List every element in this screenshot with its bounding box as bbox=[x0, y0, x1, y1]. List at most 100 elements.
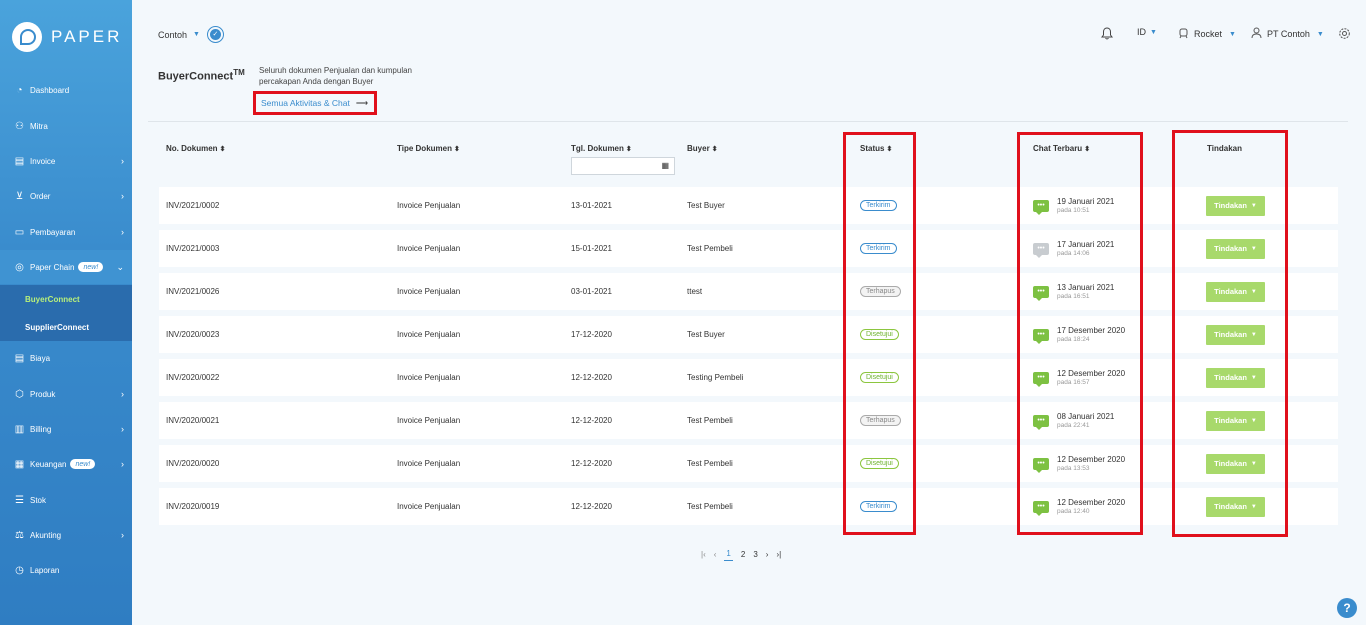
next-page-icon[interactable]: › bbox=[766, 547, 769, 561]
sidebar-item-order[interactable]: ⊻ Order › bbox=[0, 179, 132, 213]
buyer-name: Testing Pembeli bbox=[687, 373, 744, 382]
table-row[interactable]: INV/2020/0023 Invoice Penjualan 17-12-2020… bbox=[159, 316, 1338, 353]
doc-number[interactable]: INV/2020/0020 bbox=[166, 445, 219, 482]
doc-number[interactable]: INV/2021/0003 bbox=[166, 230, 219, 267]
doc-date: 15-01-2021 bbox=[571, 244, 612, 253]
buyer-name: Test Buyer bbox=[687, 330, 725, 339]
doc-number[interactable]: INV/2021/0002 bbox=[166, 187, 219, 224]
buyer-name: Test Pembeli bbox=[687, 416, 733, 425]
gear-icon bbox=[1338, 27, 1351, 42]
doc-date: 12-12-2020 bbox=[571, 373, 612, 382]
user-name: PT Contoh bbox=[1267, 29, 1310, 39]
language-selector[interactable]: ID ▼ bbox=[1137, 27, 1157, 37]
table-row[interactable]: INV/2021/0003 Invoice Penjualan 15-01-2021… bbox=[159, 230, 1338, 267]
table-row[interactable]: INV/2021/0002 Invoice Penjualan 13-01-2021… bbox=[159, 187, 1338, 224]
page-3[interactable]: 3 bbox=[753, 547, 757, 561]
doc-type: Invoice Penjualan bbox=[397, 459, 461, 468]
company-switcher[interactable]: Contoh ▼ ✓ bbox=[158, 26, 224, 43]
column-header-doc-date[interactable]: Tgl. Dokumen ⬍ bbox=[571, 144, 632, 153]
sidebar-item-mitra[interactable]: ⚇ Mitra bbox=[0, 109, 132, 143]
sidebar-item-stok[interactable]: ☰ Stok bbox=[0, 483, 132, 517]
sidebar-item-keuangan[interactable]: ▦ Keuangan new! › bbox=[0, 447, 132, 481]
table-row[interactable]: INV/2020/0019 Invoice Penjualan 12-12-2020… bbox=[159, 488, 1338, 525]
highlight-action-column bbox=[1172, 130, 1288, 537]
sidebar-item-label: Invoice bbox=[30, 156, 56, 166]
chevron-right-icon: › bbox=[121, 459, 124, 469]
notification-button[interactable] bbox=[1101, 27, 1113, 42]
doc-type: Invoice Penjualan bbox=[397, 502, 461, 511]
doc-type: Invoice Penjualan bbox=[397, 373, 461, 382]
help-button[interactable]: ? bbox=[1337, 598, 1357, 618]
highlight-chat-column bbox=[1017, 132, 1143, 535]
chevron-right-icon: › bbox=[121, 389, 124, 399]
sidebar-item-paper-chain[interactable]: ◎ Paper Chain new! ⌄ bbox=[0, 250, 132, 284]
submenu-buyerconnect[interactable]: BuyerConnect bbox=[25, 295, 80, 304]
report-icon: ◷ bbox=[15, 564, 24, 576]
card-icon: ▭ bbox=[14, 226, 25, 238]
last-page-icon[interactable]: ›| bbox=[776, 547, 781, 561]
sort-icon: ⬍ bbox=[625, 146, 632, 153]
sidebar-item-label: Pembayaran bbox=[30, 227, 76, 237]
user-menu[interactable]: PT Contoh ▼ bbox=[1251, 27, 1324, 41]
brand-logo[interactable]: PAPER bbox=[12, 22, 122, 52]
sidebar-item-invoice[interactable]: ▤ Invoice › bbox=[0, 144, 132, 178]
submenu-supplierconnect[interactable]: SupplierConnect bbox=[25, 323, 89, 332]
new-badge: new! bbox=[78, 262, 104, 272]
buyer-name: Test Pembeli bbox=[687, 502, 733, 511]
doc-number[interactable]: INV/2020/0022 bbox=[166, 359, 219, 396]
doc-date: 17-12-2020 bbox=[571, 330, 612, 339]
sidebar-item-label: Billing bbox=[30, 424, 52, 434]
buyer-name: Test Pembeli bbox=[687, 459, 733, 468]
chevron-right-icon: › bbox=[121, 424, 124, 434]
page-1[interactable]: 1 bbox=[724, 547, 733, 561]
table-row[interactable]: INV/2021/0026 Invoice Penjualan 03-01-2021… bbox=[159, 273, 1338, 310]
chevron-right-icon: › bbox=[121, 530, 124, 540]
doc-number[interactable]: INV/2020/0019 bbox=[166, 488, 219, 525]
sidebar-item-label: Akunting bbox=[30, 530, 62, 540]
doc-number[interactable]: INV/2020/0021 bbox=[166, 402, 219, 439]
doc-number[interactable]: INV/2021/0026 bbox=[166, 273, 219, 310]
table-row[interactable]: INV/2020/0020 Invoice Penjualan 12-12-2020… bbox=[159, 445, 1338, 482]
doc-date: 03-01-2021 bbox=[571, 287, 612, 296]
chevron-right-icon: › bbox=[121, 191, 124, 201]
box-icon: ⬡ bbox=[15, 388, 24, 400]
chevron-right-icon: › bbox=[121, 227, 124, 237]
sort-icon: ⬍ bbox=[219, 146, 226, 153]
settings-button[interactable] bbox=[1338, 27, 1351, 42]
doc-date: 12-12-2020 bbox=[571, 416, 612, 425]
table-row[interactable]: INV/2020/0022 Invoice Penjualan 12-12-2020… bbox=[159, 359, 1338, 396]
paper-logo-icon bbox=[12, 22, 42, 52]
doc-date: 12-12-2020 bbox=[571, 502, 612, 511]
sidebar-item-label: Order bbox=[30, 191, 51, 201]
sidebar-item-biaya[interactable]: ▤ Biaya bbox=[0, 341, 132, 375]
sidebar-item-billing[interactable]: ▥ Billing › bbox=[0, 412, 132, 446]
sidebar-item-produk[interactable]: ⬡ Produk › bbox=[0, 377, 132, 411]
sidebar-item-label: Dashboard bbox=[30, 85, 70, 95]
verified-icon: ✓ bbox=[206, 26, 224, 43]
prev-page-icon[interactable]: ‹ bbox=[714, 547, 717, 561]
partners-icon: ⚇ bbox=[15, 120, 24, 132]
sidebar-item-pembayaran[interactable]: ▭ Pembayaran › bbox=[0, 215, 132, 249]
highlight-status-column bbox=[843, 132, 916, 535]
date-filter-input[interactable]: ▦ bbox=[571, 157, 675, 175]
cart-icon: ⊻ bbox=[15, 190, 24, 202]
sidebar-item-laporan[interactable]: ◷ Laporan bbox=[0, 553, 132, 587]
page-2[interactable]: 2 bbox=[741, 547, 745, 561]
all-activities-link[interactable]: Semua Aktivitas & Chat ⟶ bbox=[253, 91, 377, 115]
language-label: ID bbox=[1137, 27, 1146, 37]
table-row[interactable]: INV/2020/0021 Invoice Penjualan 12-12-2020… bbox=[159, 402, 1338, 439]
sidebar-item-label: Biaya bbox=[30, 353, 51, 363]
sidebar-item-label: Keuangan bbox=[30, 459, 67, 469]
plan-selector[interactable]: Rocket ▼ bbox=[1178, 27, 1236, 41]
billing-icon: ▥ bbox=[14, 423, 25, 435]
doc-number[interactable]: INV/2020/0023 bbox=[166, 316, 219, 353]
sidebar-item-akunting[interactable]: ⚖ Akunting › bbox=[0, 518, 132, 552]
buyer-name: Test Pembeli bbox=[687, 244, 733, 253]
column-header-doc-type[interactable]: Tipe Dokumen ⬍ bbox=[397, 144, 460, 153]
first-page-icon[interactable]: |‹ bbox=[701, 547, 706, 561]
column-header-doc-no[interactable]: No. Dokumen ⬍ bbox=[166, 144, 225, 153]
doc-type: Invoice Penjualan bbox=[397, 287, 461, 296]
sidebar-item-dashboard[interactable]: ◔ Dashboard bbox=[0, 73, 132, 107]
column-header-buyer[interactable]: Buyer ⬍ bbox=[687, 144, 718, 153]
stock-icon: ☰ bbox=[15, 494, 24, 506]
